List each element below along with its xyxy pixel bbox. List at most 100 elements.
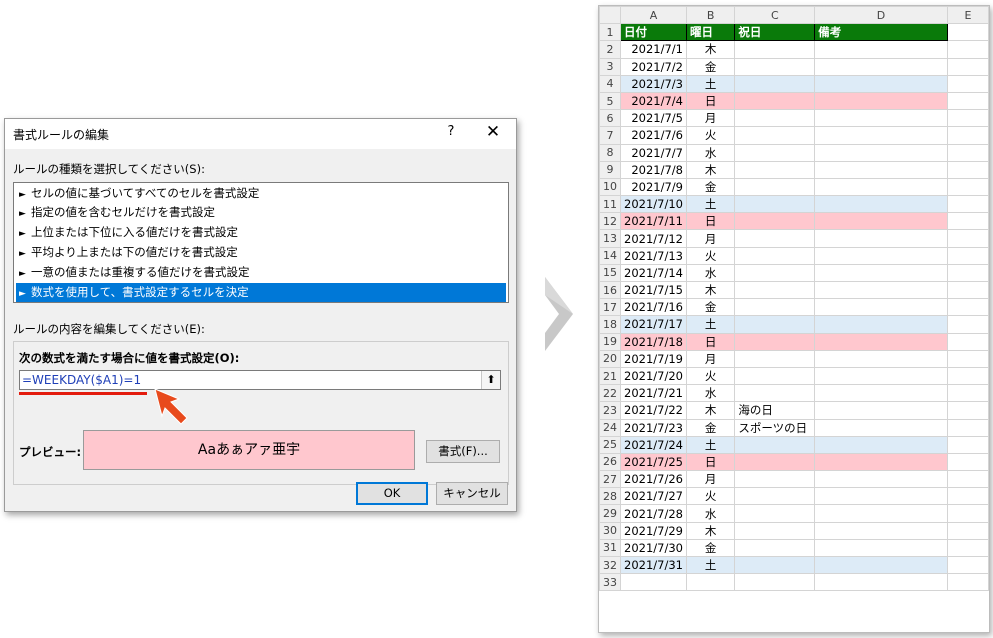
row-header[interactable]: 5 bbox=[599, 91, 621, 111]
table-row[interactable]: 12 2021/7/11 日 bbox=[599, 212, 989, 231]
empty-cell[interactable] bbox=[946, 435, 989, 454]
table-row[interactable]: 22 2021/7/21 水 bbox=[599, 384, 989, 403]
notes-cell[interactable] bbox=[814, 280, 948, 300]
holiday-cell[interactable] bbox=[734, 384, 816, 403]
empty-cell[interactable] bbox=[946, 332, 989, 351]
empty-cell[interactable] bbox=[946, 366, 989, 386]
notes-cell[interactable] bbox=[814, 109, 948, 128]
notes-cell[interactable] bbox=[814, 366, 948, 386]
date-cell[interactable]: 2021/7/22 bbox=[620, 401, 687, 420]
weekday-cell[interactable]: 水 bbox=[685, 263, 736, 283]
header-cell-weekday[interactable]: 曜日 bbox=[685, 23, 736, 42]
date-cell[interactable]: 2021/7/2 bbox=[620, 57, 687, 76]
holiday-cell[interactable] bbox=[734, 126, 816, 145]
empty-cell[interactable] bbox=[946, 573, 989, 592]
table-row[interactable]: 21 2021/7/20 火 bbox=[599, 366, 989, 386]
column-header[interactable]: E bbox=[946, 6, 989, 25]
date-cell[interactable]: 2021/7/8 bbox=[620, 160, 687, 179]
empty-cell[interactable] bbox=[946, 384, 989, 403]
holiday-cell[interactable] bbox=[734, 349, 816, 368]
table-row[interactable]: 8 2021/7/7 水 bbox=[599, 143, 989, 162]
holiday-cell[interactable] bbox=[734, 195, 816, 214]
column-header[interactable]: B bbox=[685, 6, 736, 25]
notes-cell[interactable] bbox=[814, 521, 948, 540]
notes-cell[interactable] bbox=[814, 384, 948, 403]
row-header[interactable]: 18 bbox=[599, 315, 621, 334]
date-cell[interactable]: 2021/7/18 bbox=[620, 332, 687, 351]
holiday-cell[interactable]: 海の日 bbox=[734, 401, 816, 420]
table-row[interactable]: 27 2021/7/26 月 bbox=[599, 470, 989, 489]
empty-cell[interactable] bbox=[946, 40, 989, 59]
table-row[interactable]: 10 2021/7/9 金 bbox=[599, 177, 989, 197]
empty-cell[interactable] bbox=[946, 109, 989, 128]
table-row[interactable]: 3 2021/7/2 金 bbox=[599, 57, 989, 76]
row-header[interactable]: 20 bbox=[599, 349, 621, 368]
date-cell[interactable]: 2021/7/10 bbox=[620, 195, 687, 214]
table-row[interactable]: 28 2021/7/27 火 bbox=[599, 487, 989, 506]
weekday-cell[interactable]: 金 bbox=[685, 418, 736, 437]
select-all-corner[interactable] bbox=[599, 6, 621, 25]
row-header[interactable]: 1 bbox=[599, 23, 621, 42]
empty-cell[interactable] bbox=[946, 470, 989, 489]
table-row[interactable]: 26 2021/7/25 日 bbox=[599, 452, 989, 472]
table-row[interactable]: 7 2021/7/6 火 bbox=[599, 126, 989, 145]
empty-cell[interactable] bbox=[734, 573, 816, 592]
empty-cell[interactable] bbox=[946, 57, 989, 76]
rule-type-item[interactable]: ► セルの値に基づいてすべてのセルを書式設定 bbox=[16, 184, 506, 203]
date-cell[interactable]: 2021/7/29 bbox=[620, 521, 687, 540]
holiday-cell[interactable] bbox=[734, 298, 816, 317]
holiday-cell[interactable] bbox=[734, 280, 816, 300]
table-row[interactable]: 30 2021/7/29 木 bbox=[599, 521, 989, 540]
row-header[interactable]: 30 bbox=[599, 521, 621, 540]
notes-cell[interactable] bbox=[814, 246, 948, 265]
date-cell[interactable]: 2021/7/25 bbox=[620, 452, 687, 472]
empty-cell[interactable] bbox=[946, 74, 989, 93]
empty-cell[interactable] bbox=[946, 315, 989, 334]
row-header[interactable]: 14 bbox=[599, 246, 621, 265]
date-cell[interactable]: 2021/7/4 bbox=[620, 91, 687, 111]
holiday-cell[interactable] bbox=[734, 538, 816, 558]
weekday-cell[interactable]: 水 bbox=[685, 384, 736, 403]
date-cell[interactable]: 2021/7/16 bbox=[620, 298, 687, 317]
row-header[interactable]: 9 bbox=[599, 160, 621, 179]
table-row[interactable]: 9 2021/7/8 木 bbox=[599, 160, 989, 179]
notes-cell[interactable] bbox=[814, 452, 948, 472]
header-cell-notes[interactable]: 備考 bbox=[814, 23, 948, 42]
row-header[interactable]: 11 bbox=[599, 195, 621, 214]
row-header[interactable]: 24 bbox=[599, 418, 621, 437]
date-cell[interactable]: 2021/7/13 bbox=[620, 246, 687, 265]
row-header[interactable]: 8 bbox=[599, 143, 621, 162]
empty-cell[interactable] bbox=[946, 418, 989, 437]
empty-cell[interactable] bbox=[685, 573, 736, 592]
holiday-cell[interactable] bbox=[734, 212, 816, 231]
table-row[interactable]: 24 2021/7/23 金スポーツの日 bbox=[599, 418, 989, 437]
notes-cell[interactable] bbox=[814, 349, 948, 368]
holiday-cell[interactable] bbox=[734, 177, 816, 197]
table-row[interactable]: 11 2021/7/10 土 bbox=[599, 195, 989, 214]
holiday-cell[interactable] bbox=[734, 555, 816, 575]
empty-cell[interactable] bbox=[814, 573, 948, 592]
table-row[interactable]: 14 2021/7/13 火 bbox=[599, 246, 989, 265]
empty-cell[interactable] bbox=[946, 212, 989, 231]
empty-cell[interactable] bbox=[946, 280, 989, 300]
table-row[interactable]: 29 2021/7/28 水 bbox=[599, 504, 989, 523]
table-row[interactable]: 16 2021/7/15 木 bbox=[599, 280, 989, 300]
weekday-cell[interactable]: 水 bbox=[685, 143, 736, 162]
date-cell[interactable]: 2021/7/30 bbox=[620, 538, 687, 558]
weekday-cell[interactable]: 金 bbox=[685, 57, 736, 76]
table-row[interactable]: 13 2021/7/12 月 bbox=[599, 229, 989, 248]
weekday-cell[interactable]: 木 bbox=[685, 160, 736, 179]
empty-cell[interactable] bbox=[946, 452, 989, 472]
collapse-dialog-icon[interactable]: ⬆ bbox=[481, 371, 500, 389]
holiday-cell[interactable] bbox=[734, 160, 816, 179]
table-row[interactable]: 33 bbox=[599, 573, 989, 592]
weekday-cell[interactable]: 火 bbox=[685, 366, 736, 386]
table-row[interactable]: 6 2021/7/5 月 bbox=[599, 109, 989, 128]
row-header[interactable]: 16 bbox=[599, 280, 621, 300]
holiday-cell[interactable] bbox=[734, 246, 816, 265]
help-button[interactable]: ? bbox=[443, 124, 459, 139]
weekday-cell[interactable]: 木 bbox=[685, 280, 736, 300]
row-header[interactable]: 7 bbox=[599, 126, 621, 145]
empty-cell[interactable] bbox=[946, 521, 989, 540]
holiday-cell[interactable] bbox=[734, 263, 816, 283]
